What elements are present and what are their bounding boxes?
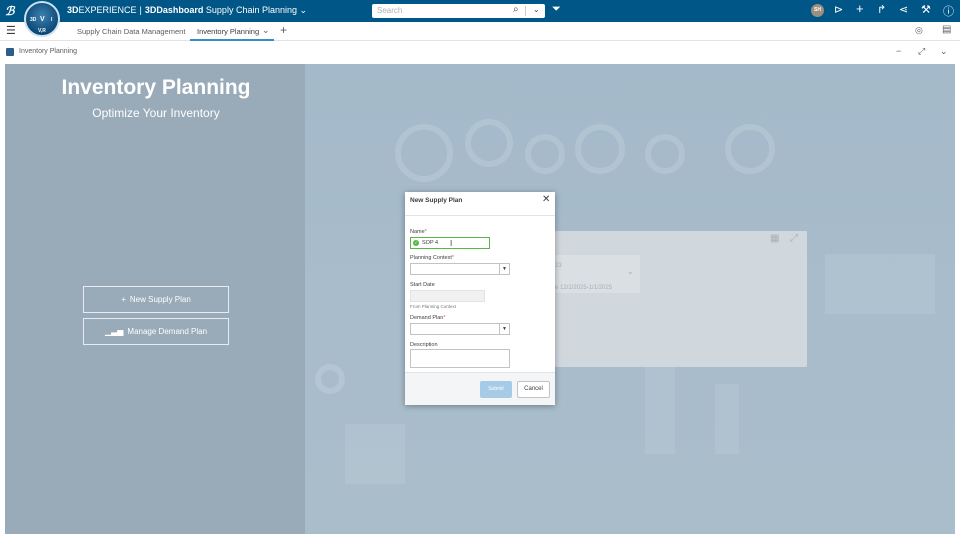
compass-east-label: I — [51, 17, 53, 23]
chat-icon[interactable]: ▤ — [942, 24, 951, 35]
new-supply-plan-label: New Supply Plan — [129, 295, 191, 304]
top-bar: ℬ 3D V I V,R 3DEXPERIENCE | 3DDashboard Su… — [0, 0, 960, 37]
active-tab-indicator — [190, 39, 274, 41]
decor-gear — [525, 134, 565, 174]
tab-supply-chain-data-management[interactable]: Supply Chain Data Management — [77, 27, 185, 36]
avatar[interactable]: SH — [811, 4, 824, 17]
grid-icon: ▦ — [770, 233, 780, 244]
tab-inventory-planning[interactable]: Inventory Planning — [197, 27, 259, 36]
bar-chart-icon: ▁▃▅ — [104, 327, 124, 336]
tools-icon[interactable]: ⚒ — [921, 3, 931, 16]
decor-block — [645, 364, 675, 454]
share-icon[interactable]: ↱ — [877, 3, 886, 16]
3ds-logo-icon: ℬ — [5, 4, 15, 18]
plus-icon: + — [121, 295, 126, 304]
search-bar[interactable]: Search ⌕ ⌄ — [372, 4, 545, 18]
decor-gear — [315, 364, 345, 394]
close-icon[interactable]: ✕ — [542, 194, 550, 205]
compass-south-label: V,R — [38, 28, 46, 34]
submit-button[interactable]: Submit — [480, 381, 512, 398]
background-card-dates: e 12/1/2025-1/1/2025 — [555, 285, 613, 291]
compass-play-label: V — [40, 16, 45, 23]
search-input[interactable]: Search — [377, 6, 402, 15]
name-value: SOP 4 — [422, 240, 439, 246]
network-icon[interactable]: ⋖ — [899, 3, 908, 16]
new-supply-plan-button[interactable]: + New Supply Plan — [83, 286, 229, 313]
decor-gear — [725, 124, 775, 174]
chevron-down-icon: ⌄ — [627, 267, 634, 276]
cancel-button[interactable]: Cancel — [517, 381, 550, 398]
compass-icon[interactable]: 3D V I V,R — [24, 1, 60, 37]
app-title[interactable]: 3DEXPERIENCE | 3DDashboard Supply Chain Pl… — [67, 5, 307, 16]
hero-subtitle: Optimize Your Inventory — [92, 106, 220, 120]
dialog-footer: Submit Cancel — [405, 372, 555, 405]
compass-north-label: 3D — [30, 17, 37, 23]
widget-header: Inventory Planning − ⤢ ⌄ — [0, 42, 960, 62]
widget-title: Inventory Planning — [19, 48, 77, 55]
planning-context-label: Planning Context* — [410, 255, 455, 261]
ar-glasses-icon[interactable]: ◎ — [915, 25, 923, 36]
manage-demand-plan-label: Manage Demand Plan — [127, 327, 208, 336]
left-panel: Inventory Planning Optimize Your Invento… — [5, 64, 305, 534]
new-supply-plan-dialog: New Supply Plan ✕ Name* ✓ SOP 4 I Planni… — [405, 192, 555, 405]
add-tab-icon[interactable]: + — [280, 23, 287, 37]
product-name: 3DDashboard — [144, 5, 204, 15]
demand-plan-select[interactable]: ▼ — [410, 323, 510, 335]
planning-context-select[interactable]: ▼ — [410, 263, 510, 275]
dialog-title: New Supply Plan — [410, 197, 463, 204]
decor-gear — [395, 124, 453, 182]
chevron-down-icon[interactable]: ⌄ — [533, 5, 540, 14]
chevron-down-icon[interactable]: ▼ — [499, 324, 509, 334]
menu-icon[interactable]: ☰ — [6, 24, 16, 37]
chevron-down-icon[interactable]: ▼ — [499, 264, 509, 274]
decor-gear — [465, 119, 513, 167]
help-icon[interactable]: ⓘ — [943, 3, 954, 19]
background-card-item: 23 ⌄ e 12/1/2025-1/1/2025 — [555, 255, 640, 293]
decor-gear — [645, 134, 685, 174]
tab-bar: ☰ Supply Chain Data Management Inventory… — [0, 22, 960, 41]
expand-icon: ⤢ — [790, 233, 798, 244]
hero-title: Inventory Planning — [61, 76, 251, 99]
start-date-hint: From Planning Context — [410, 304, 457, 309]
widget-app-icon — [6, 48, 14, 56]
decor-block — [715, 384, 739, 454]
background-card: ▦ ⤢ 23 ⌄ e 12/1/2025-1/1/2025 — [555, 231, 807, 367]
search-divider — [525, 6, 526, 16]
search-icon[interactable]: ⌕ — [513, 4, 519, 15]
chevron-down-icon[interactable]: ⌄ — [262, 25, 270, 36]
decor-block — [345, 424, 405, 484]
check-icon: ✓ — [413, 240, 419, 246]
decor-gear — [575, 124, 625, 174]
description-textarea[interactable] — [410, 349, 510, 368]
dashboard-name: Supply Chain Planning — [205, 5, 297, 15]
start-date-field — [410, 290, 485, 302]
description-label: Description — [410, 342, 438, 348]
name-label: Name* — [410, 229, 427, 235]
chevron-down-icon[interactable]: ⌄ — [940, 46, 948, 57]
brand-name: EXPERIENCE — [78, 5, 137, 15]
background-card-line: 23 — [555, 263, 562, 269]
dialog-header: New Supply Plan ✕ — [405, 192, 555, 216]
brand-prefix: 3D — [67, 5, 79, 15]
text-cursor-icon: I — [450, 239, 453, 248]
tag-icon[interactable]: ⏷ — [552, 3, 561, 16]
decor-block — [825, 254, 935, 314]
notifications-icon[interactable]: ⊳ — [834, 3, 843, 16]
chevron-down-icon[interactable]: ⌄ — [300, 5, 308, 15]
start-date-label: Start Date — [410, 282, 435, 288]
maximize-icon[interactable]: ⤢ — [918, 46, 925, 57]
minimize-icon[interactable]: − — [896, 46, 901, 56]
demand-plan-label: Demand Plan* — [410, 315, 446, 321]
add-icon[interactable]: + — [856, 1, 864, 16]
manage-demand-plan-button[interactable]: ▁▃▅ Manage Demand Plan — [83, 318, 229, 345]
